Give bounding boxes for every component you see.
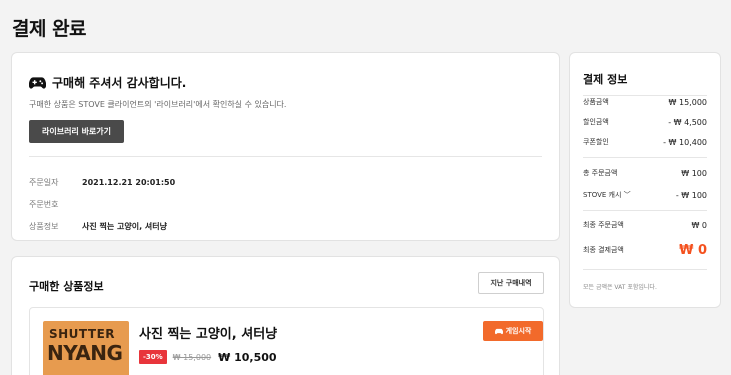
payment-info-card: 결제 정보 상품금액 ₩ 15,000 할인금액 - ₩ 4,500 쿠폰할인 … — [569, 52, 721, 308]
final-payment-row: 최종 결제금액 ₩ 0 — [583, 239, 707, 261]
stove-cash-value: - ₩ 100 — [675, 190, 707, 200]
final-order-label: 최종 주문금액 — [583, 221, 624, 229]
original-price: ₩ 15,000 — [172, 352, 212, 362]
cover-title-line2: NYANG — [47, 341, 123, 365]
total-order-value: ₩ 100 — [681, 168, 707, 178]
game-cover-image[interactable]: SHUTTER NYANG — [43, 321, 129, 375]
game-start-button[interactable]: 게임시작 — [483, 321, 543, 341]
coupon-discount-row: 쿠폰할인 - ₩ 10,400 — [583, 134, 707, 150]
order-date-value: 2021.12.21 20:01:50 — [82, 177, 176, 187]
total-order-row: 총 주문금액 ₩ 100 — [583, 165, 707, 181]
gamepad-icon — [29, 76, 46, 89]
divider — [29, 156, 542, 157]
final-order-value: ₩ 0 — [691, 220, 707, 230]
product-item: SHUTTER NYANG 사진 찍는 고양이, 셔터냥 -30% ₩ 15,0… — [29, 307, 544, 375]
discount-badge: -30% — [139, 350, 167, 364]
product-info-label: 상품정보 — [29, 221, 59, 231]
order-complete-card: 구매해 주셔서 감사합니다. 구매한 상품은 STOVE 클라이언트의 '라이브… — [11, 52, 560, 241]
thanks-title: 구매해 주셔서 감사합니다. — [52, 76, 187, 90]
gamepad-icon — [494, 328, 503, 334]
order-number-row: 주문번호 — [29, 193, 175, 215]
product-amount-value: ₩ 15,000 — [668, 97, 707, 107]
payment-title: 결제 정보 — [583, 73, 628, 86]
product-info-value: 사진 찍는 고양이, 셔터냥 — [82, 221, 167, 231]
stove-cash-row[interactable]: STOVE 캐시 ﹀ - ₩ 100 — [583, 187, 707, 203]
final-order-row: 최종 주문금액 ₩ 0 — [583, 217, 707, 233]
thanks-heading: 구매해 주셔서 감사합니다. — [29, 74, 186, 91]
divider — [583, 269, 707, 270]
stove-cash-label[interactable]: STOVE 캐시 ﹀ — [583, 190, 631, 200]
sale-price: ₩ 10,500 — [218, 350, 277, 364]
purchased-products-card: 구매한 상품정보 지난 구매내역 SHUTTER NYANG 사진 찍는 고양이… — [11, 256, 560, 375]
order-number-label: 주문번호 — [29, 199, 59, 209]
library-description: 구매한 상품은 STOVE 클라이언트의 '라이브러리'에서 확인하실 수 있습… — [29, 100, 287, 109]
product-amount-row: 상품금액 ₩ 15,000 — [583, 94, 707, 110]
order-info-list: 주문일자 2021.12.21 20:01:50 주문번호 상품정보 사진 찍는… — [29, 171, 175, 237]
total-order-label: 총 주문금액 — [583, 169, 618, 177]
order-date-label: 주문일자 — [29, 177, 59, 187]
product-info-row: 상품정보 사진 찍는 고양이, 셔터냥 — [29, 215, 175, 237]
page-title: 결제 완료 — [12, 18, 87, 40]
divider — [583, 157, 707, 158]
divider — [583, 210, 707, 211]
final-payment-label: 최종 결제금액 — [583, 246, 624, 254]
payment-complete-page: 결제 완료 구매해 주셔서 감사합니다. 구매한 상품은 STOVE 클라이언트… — [0, 0, 731, 375]
library-shortcut-button[interactable]: 라이브러리 바로가기 — [29, 120, 124, 143]
product-amount-label: 상품금액 — [583, 98, 609, 106]
products-title: 구매한 상품정보 — [29, 280, 104, 293]
vat-note: 모든 금액은 VAT 포함입니다. — [583, 284, 657, 291]
cover-title-line1: SHUTTER — [49, 327, 116, 341]
coupon-discount-label: 쿠폰할인 — [583, 138, 609, 146]
product-name[interactable]: 사진 찍는 고양이, 셔터냥 — [139, 323, 277, 342]
discount-amount-label: 할인금액 — [583, 118, 609, 126]
order-date-row: 주문일자 2021.12.21 20:01:50 — [29, 171, 175, 193]
price-row: -30% ₩ 15,000 ₩ 10,500 — [139, 350, 277, 364]
purchase-history-button[interactable]: 지난 구매내역 — [478, 272, 544, 294]
game-start-label: 게임시작 — [505, 327, 532, 335]
discount-amount-row: 할인금액 - ₩ 4,500 — [583, 114, 707, 130]
final-payment-value: ₩ 0 — [679, 242, 707, 258]
discount-amount-value: - ₩ 4,500 — [668, 117, 707, 127]
coupon-discount-value: - ₩ 10,400 — [663, 137, 707, 147]
